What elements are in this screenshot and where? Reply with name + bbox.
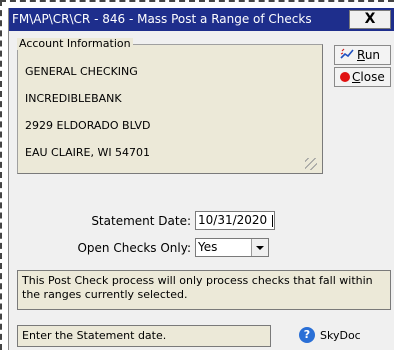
resize-grip-icon <box>305 158 317 170</box>
run-icon <box>340 48 354 59</box>
account-info-legend: Account Information <box>17 37 133 50</box>
run-accel: R <box>357 48 365 62</box>
close-label: lose <box>360 70 385 84</box>
page-border-left <box>0 0 2 350</box>
statement-date-value: 10/31/2020 <box>198 213 268 227</box>
title-bar[interactable]: FM\AP\CR\CR - 846 - Mass Post a Range of… <box>9 8 394 31</box>
chevron-down-icon <box>256 246 264 250</box>
run-button[interactable]: Run <box>334 45 391 65</box>
statement-date-label: Statement Date: <box>91 214 191 228</box>
bank-street: 2929 ELDORADO BLVD <box>25 119 151 132</box>
dropdown-button[interactable] <box>251 239 268 256</box>
status-bar-text: Enter the Statement date. <box>17 325 271 347</box>
help-icon[interactable]: ? <box>299 327 315 343</box>
open-checks-label: Open Checks Only: <box>77 241 191 255</box>
run-label: un <box>364 48 381 62</box>
stop-icon <box>340 72 350 82</box>
window-close-button[interactable]: X <box>349 10 391 29</box>
bank-city: EAU CLAIRE, WI 54701 <box>25 146 151 159</box>
dialog-window: FM\AP\CR\CR - 846 - Mass Post a Range of… <box>8 8 394 350</box>
page-border-top <box>0 0 394 2</box>
statement-date-input[interactable]: 10/31/2020 <box>195 211 275 230</box>
open-checks-select[interactable]: Yes <box>195 238 269 257</box>
open-checks-value: Yes <box>198 240 218 254</box>
account-name: GENERAL CHECKING <box>25 65 138 78</box>
close-button[interactable]: Close <box>334 67 391 87</box>
text-caret <box>272 215 273 227</box>
window-title: FM\AP\CR\CR - 846 - Mass Post a Range of… <box>12 12 312 26</box>
info-message: This Post Check process will only proces… <box>17 270 391 310</box>
bank-name: INCREDIBLEBANK <box>25 92 122 105</box>
skydoc-link[interactable]: SkyDoc <box>320 329 361 342</box>
